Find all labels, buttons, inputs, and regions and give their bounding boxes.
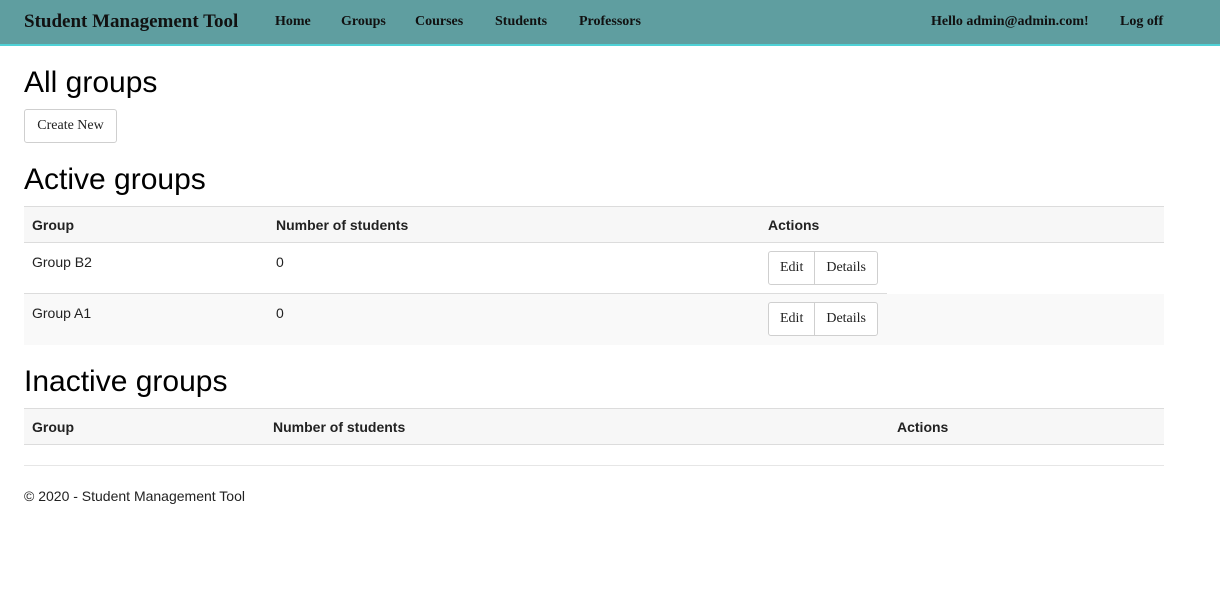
active-groups-table: Group Number of students Actions Group B… bbox=[24, 206, 1164, 345]
column-header-actions: Actions bbox=[768, 217, 820, 233]
column-header-number-of-students: Number of students bbox=[273, 419, 406, 435]
table-row: Group B2 0 Edit Details bbox=[24, 243, 887, 294]
student-count-cell: 0 bbox=[276, 305, 284, 321]
details-button[interactable]: Details bbox=[814, 252, 877, 284]
group-name-cell: Group A1 bbox=[32, 305, 92, 321]
footer-copyright: © 2020 - Student Management Tool bbox=[24, 488, 245, 504]
user-greeting-link[interactable]: Hello admin@admin.com! bbox=[931, 14, 1089, 30]
create-new-button[interactable]: Create New bbox=[24, 109, 117, 143]
nav-professors[interactable]: Professors bbox=[579, 14, 641, 30]
page-title: All groups bbox=[24, 66, 158, 99]
edit-button[interactable]: Edit bbox=[769, 303, 814, 335]
active-groups-heading: Active groups bbox=[24, 163, 206, 196]
column-header-group: Group bbox=[32, 217, 74, 233]
student-count-cell: 0 bbox=[276, 254, 284, 270]
table-header: Group Number of students Actions bbox=[24, 206, 1164, 243]
table-row: Group A1 0 Edit Details bbox=[24, 294, 1164, 345]
top-navbar: Student Management Tool Home Groups Cour… bbox=[0, 0, 1220, 46]
inactive-groups-heading: Inactive groups bbox=[24, 365, 228, 398]
edit-button[interactable]: Edit bbox=[769, 252, 814, 284]
brand-link[interactable]: Student Management Tool bbox=[24, 11, 238, 33]
row-actions: Edit Details bbox=[768, 302, 878, 336]
nav-home[interactable]: Home bbox=[275, 14, 311, 30]
column-header-actions: Actions bbox=[897, 419, 949, 435]
nav-courses[interactable]: Courses bbox=[415, 14, 463, 30]
nav-students[interactable]: Students bbox=[495, 14, 547, 30]
logoff-link[interactable]: Log off bbox=[1120, 14, 1163, 30]
column-header-number-of-students: Number of students bbox=[276, 217, 409, 233]
details-button[interactable]: Details bbox=[814, 303, 877, 335]
table-header: Group Number of students Actions bbox=[24, 408, 1164, 445]
group-name-cell: Group B2 bbox=[32, 254, 92, 270]
row-actions: Edit Details bbox=[768, 251, 878, 285]
footer-divider bbox=[24, 465, 1164, 466]
nav-groups[interactable]: Groups bbox=[341, 14, 386, 30]
column-header-group: Group bbox=[32, 419, 74, 435]
inactive-groups-table: Group Number of students Actions bbox=[24, 408, 1164, 445]
